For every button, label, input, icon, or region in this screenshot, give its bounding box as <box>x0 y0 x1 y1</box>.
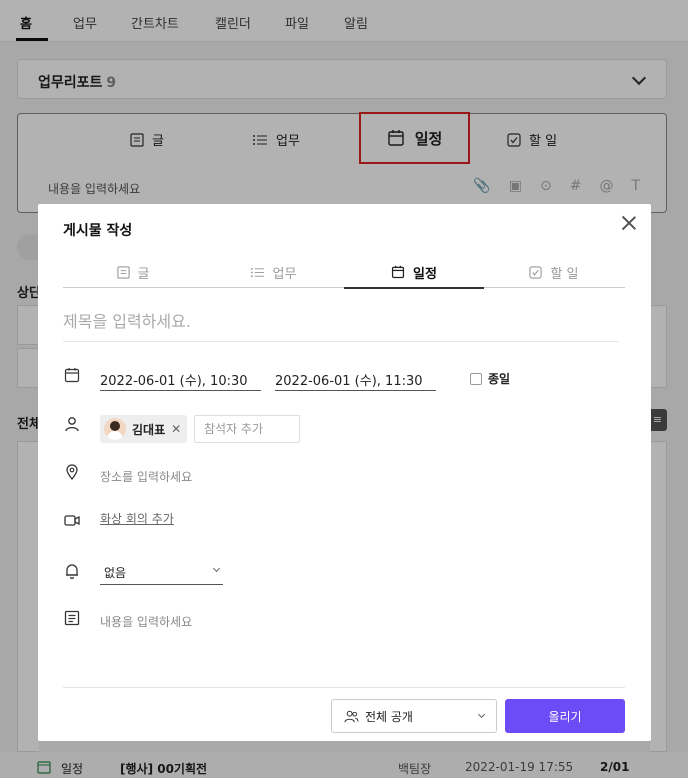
content-input[interactable]: 내용을 입력하세요 <box>100 613 192 630</box>
tab-task-label: 업무 <box>272 266 297 282</box>
attendee-chip: 김대표 ✕ <box>100 415 187 443</box>
modal-title: 게시물 작성 <box>63 223 133 239</box>
list-icon <box>250 267 264 277</box>
location-input[interactable]: 장소를 입력하세요 <box>100 468 192 485</box>
tab-task[interactable]: 업무 <box>203 256 343 288</box>
calendar-icon <box>391 265 405 279</box>
attendee-input[interactable] <box>194 415 300 443</box>
chevron-down-icon <box>212 564 221 573</box>
tab-post[interactable]: 글 <box>63 256 203 288</box>
avatar <box>104 418 126 440</box>
allday-toggle[interactable]: 종일 <box>470 370 510 387</box>
calendar-icon <box>64 368 80 383</box>
modal-tabs: 글 업무 일정 할 일 <box>63 256 625 289</box>
tab-post-label: 글 <box>137 266 150 282</box>
alarm-value: 없음 <box>104 566 127 580</box>
close-icon[interactable] <box>620 214 638 232</box>
tab-schedule-label: 일정 <box>413 266 437 282</box>
tab-todo[interactable]: 할 일 <box>484 256 624 288</box>
video-camera-icon <box>64 515 80 526</box>
document-icon <box>116 265 130 279</box>
alarm-select[interactable]: 없음 <box>100 560 223 585</box>
attendee-name: 김대표 <box>132 422 166 437</box>
visibility-select[interactable]: 전체 공개 <box>331 699 497 733</box>
location-pin-icon <box>66 464 78 480</box>
people-icon <box>344 710 359 722</box>
allday-checkbox[interactable] <box>470 372 482 385</box>
chevron-down-icon <box>477 710 486 719</box>
end-datetime-field[interactable]: 2022-06-01 (수), 11:30 <box>275 366 436 391</box>
remove-attendee-icon[interactable]: ✕ <box>171 422 181 436</box>
title-input[interactable] <box>63 302 619 342</box>
document-icon <box>64 610 80 626</box>
tab-todo-label: 할 일 <box>550 266 579 282</box>
allday-label: 종일 <box>488 372 511 386</box>
submit-button[interactable]: 올리기 <box>505 699 625 733</box>
post-create-modal: 게시물 작성 글 업무 일정 할 일 2022-06-01 (수), 10:30… <box>38 204 651 741</box>
start-datetime-field[interactable]: 2022-06-01 (수), 10:30 <box>100 366 261 391</box>
bell-icon <box>66 564 78 579</box>
checkbox-icon <box>529 265 543 279</box>
footer-divider <box>63 687 625 688</box>
person-icon <box>65 417 79 432</box>
add-video-meeting-link[interactable]: 화상 회의 추가 <box>100 510 174 527</box>
visibility-label: 전체 공개 <box>365 709 413 724</box>
tab-schedule[interactable]: 일정 <box>344 256 484 289</box>
